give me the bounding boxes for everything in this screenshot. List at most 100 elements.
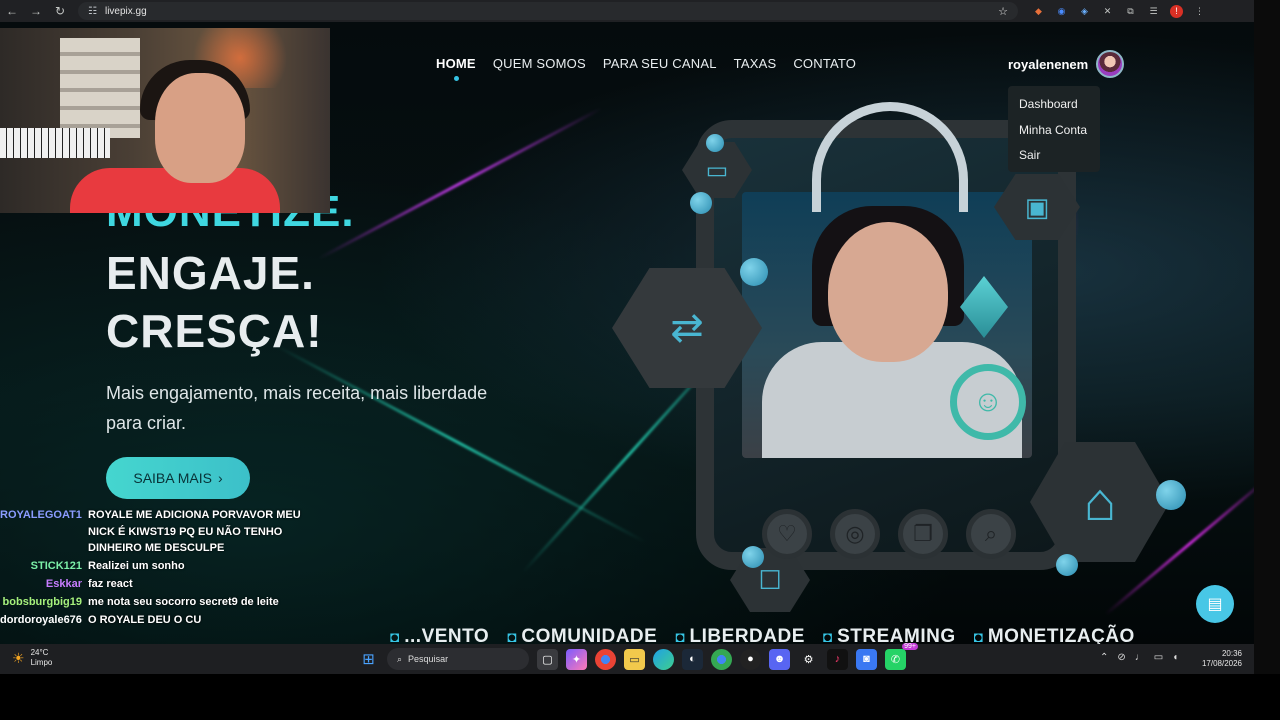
chrome-icon[interactable] — [711, 648, 732, 670]
chat-message: ROYALEGOAT12 ROYALE ME ADICIONA PORVAVOR… — [0, 507, 330, 557]
menu-item-sair[interactable]: Sair — [1019, 143, 1100, 169]
weather-temp: 24°C — [30, 648, 49, 657]
chevron-up-icon[interactable]: ⌃ — [1100, 652, 1108, 663]
steam-icon[interactable]: ◐ — [682, 648, 703, 670]
stream-chat: ROYALEGOAT12 ROYALE ME ADICIONA PORVAVOR… — [0, 507, 330, 630]
network-off-icon[interactable]: ⊘ — [1117, 652, 1125, 663]
nav-home[interactable]: HOME — [436, 56, 476, 81]
weather-widget[interactable]: ☀ 24°C Limpo — [12, 648, 52, 668]
hero-subtitle: Mais engajamento, mais receita, mais lib… — [106, 383, 488, 433]
menu-item-dashboard[interactable]: Dashboard — [1019, 92, 1100, 118]
weather-icon: ☀ — [12, 649, 25, 666]
chat-message: bobsburgbig19 me nota seu socorro secret… — [0, 594, 330, 611]
site-info-icon[interactable]: ☷ — [88, 6, 97, 17]
chat-support-button[interactable]: ▤ — [1196, 585, 1234, 623]
sphere — [740, 258, 768, 286]
taskbar-search[interactable]: ⌕ Pesquisar — [387, 648, 529, 670]
tiktok-icon[interactable]: ♪ — [827, 648, 848, 670]
chat-user: dordoroyale6767 — [0, 614, 82, 626]
nav-taxas[interactable]: TAXAS — [734, 56, 777, 71]
chat-text: O ROYALE DEU O CU — [88, 614, 202, 626]
phone-action-bar: ♡ ◎ ❐ ⌕ — [744, 496, 1034, 572]
whatsapp-icon[interactable]: ✆ 99+ — [885, 642, 918, 670]
user-menu[interactable]: royalenenem — [1008, 50, 1125, 78]
settings-icon[interactable]: ⚙ — [798, 649, 819, 670]
ticker-strip: ...VENTO COMUNIDADE LIBERDADE STREAMING … — [390, 626, 1135, 644]
extension-icon[interactable]: ✕ — [1101, 5, 1114, 18]
profile-icon[interactable]: ! — [1170, 4, 1183, 18]
copy-icon: ❐ — [898, 509, 948, 559]
discord-icon[interactable]: ☻ — [769, 648, 790, 670]
chat-message: Eskkar faz react — [0, 576, 330, 593]
browser-toolbar: ← → ↻ ☷ livepix.gg ☆ ◆ ◉ ◈ ✕ ⧉ ☰ ! ⋮ — [0, 0, 1254, 22]
reload-icon[interactable]: ↻ — [48, 0, 72, 22]
chat-user: bobsburgbig19 — [2, 596, 82, 608]
magnifier-icon: ⌕ — [966, 509, 1016, 559]
address-bar[interactable]: ☷ livepix.gg ☆ — [78, 2, 1018, 20]
weather-desc: Limpo — [30, 658, 53, 667]
chat-text: faz react — [88, 578, 133, 590]
task-view-icon[interactable]: ▢ — [537, 648, 558, 670]
sphere — [706, 134, 724, 152]
forward-icon[interactable]: → — [24, 0, 48, 22]
file-explorer-icon[interactable]: ▭ — [624, 648, 645, 670]
ticker-item: ...VENTO — [390, 626, 489, 644]
username: royalenenem — [1008, 56, 1089, 72]
puzzle-icon[interactable]: ⧉ — [1124, 5, 1137, 18]
message-icon: ▤ — [1207, 596, 1223, 613]
saiba-mais-button[interactable]: SAIBA MAIS › — [106, 457, 250, 499]
menu-item-minha-conta[interactable]: Minha Conta — [1019, 118, 1100, 144]
display-icon[interactable]: ▭ — [1154, 652, 1163, 663]
ticker-item: COMUNIDADE — [507, 626, 657, 644]
chat-message: dordoroyale6767 O ROYALE DEU O CU — [0, 612, 330, 629]
chat-user: STICK121 — [30, 560, 82, 572]
start-icon[interactable]: ⊞ — [358, 649, 379, 670]
ticker-item: LIBERDADE — [675, 626, 805, 644]
bottom-margin — [0, 674, 1280, 720]
sphere — [690, 192, 712, 214]
chat-user: ROYALEGOAT12 — [0, 509, 82, 521]
copilot-icon[interactable]: ✦ — [566, 648, 587, 670]
search-icon: ⌕ — [397, 653, 403, 664]
compass-icon: ◎ — [830, 509, 880, 559]
sphere — [1156, 480, 1186, 510]
notification-badge: 99+ — [902, 642, 918, 650]
clock[interactable]: 20:36 17/08/2026 — [1196, 649, 1242, 669]
windows-taskbar: ☀ 24°C Limpo ⊞ ⌕ Pesquisar ▢ ✦ ▭ ◐ ● ☻ ⚙… — [0, 642, 1254, 674]
extensions-bar: ◆ ◉ ◈ ✕ ⧉ ☰ ! ⋮ — [1032, 4, 1206, 18]
ticker-item: MONETIZAÇÃO — [974, 626, 1135, 644]
light-beam — [318, 107, 602, 260]
microphone-icon[interactable]: ♩ — [1135, 652, 1145, 663]
reading-list-icon[interactable]: ☰ — [1147, 5, 1160, 18]
app-icon[interactable]: ◙ — [856, 648, 877, 670]
back-icon[interactable]: ← — [0, 0, 24, 22]
edge-icon[interactable] — [653, 648, 674, 670]
nav-contato[interactable]: CONTATO — [793, 56, 856, 71]
taskbar-apps: ⊞ ⌕ Pesquisar ▢ ✦ ▭ ◐ ● ☻ ⚙ ♪ ◙ ✆ 99+ — [358, 642, 918, 670]
main-nav: HOME QUEM SOMOS PARA SEU CANAL TAXAS CON… — [436, 56, 856, 81]
nav-para-seu-canal[interactable]: PARA SEU CANAL — [603, 56, 717, 71]
nav-quem-somos[interactable]: QUEM SOMOS — [493, 56, 586, 71]
chrome-icon[interactable] — [595, 648, 616, 670]
extension-icon[interactable]: ◈ — [1078, 5, 1091, 18]
right-margin — [1254, 0, 1280, 720]
extension-icon[interactable]: ◆ — [1032, 5, 1045, 18]
date: 17/08/2026 — [1201, 659, 1242, 668]
webcam-overlay — [0, 28, 330, 213]
menu-icon[interactable]: ⋮ — [1193, 5, 1206, 18]
avatar[interactable] — [1096, 50, 1125, 78]
chat-text: me nota seu socorro secret9 de leite — [88, 596, 279, 608]
cta-label: SAIBA MAIS — [133, 470, 212, 486]
heart-icon: ♡ — [762, 509, 812, 559]
bookmark-star-icon[interactable]: ☆ — [998, 5, 1008, 18]
chevron-right-icon: › — [217, 470, 223, 486]
obs-icon[interactable]: ● — [740, 648, 761, 670]
volume-icon[interactable]: ◖ — [1172, 652, 1178, 663]
extension-icon[interactable]: ◉ — [1055, 5, 1068, 18]
headset-illustration — [812, 102, 968, 212]
chat-text: Realizei um sonho — [88, 560, 185, 572]
chat-text: ROYALE ME ADICIONA PORVAVOR MEU NICK É K… — [88, 509, 301, 554]
search-placeholder: Pesquisar — [408, 654, 449, 664]
url-text: livepix.gg — [104, 5, 147, 17]
time: 20:36 — [1221, 649, 1242, 658]
